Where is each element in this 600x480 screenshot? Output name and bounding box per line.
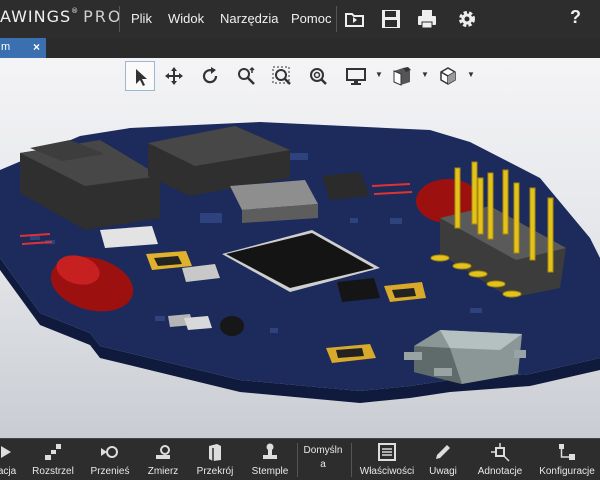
app-logo: AWINGS® PRO: [0, 7, 123, 26]
ribbon-label: Stemple: [251, 466, 289, 477]
zoom-fit-icon[interactable]: [303, 61, 333, 91]
ribbon-label: Przenieś: [90, 466, 130, 477]
menu-tools[interactable]: Narzędzia: [220, 11, 279, 26]
open-folder-icon[interactable]: [344, 8, 366, 30]
ribbon-label: acja: [0, 466, 17, 477]
ribbon-label: Adnotacje: [477, 466, 523, 477]
annotation-icon: [491, 443, 510, 462]
3d-viewport[interactable]: ▼ ▼ ▼: [0, 58, 600, 438]
zoom-icon[interactable]: [231, 61, 261, 91]
ribbon-animation-button[interactable]: acja: [0, 439, 20, 480]
bottom-ribbon: acja Rozstrzel Przenieś Zmierz Przekrój …: [0, 438, 600, 480]
chevron-down-icon[interactable]: ▼: [421, 70, 429, 79]
ribbon-label: Właściwości: [359, 466, 415, 477]
divider: [119, 6, 120, 32]
menu-help[interactable]: Pomoc: [291, 11, 331, 26]
ribbon-section-button[interactable]: Przekrój: [193, 439, 237, 480]
ribbon-label: Rozstrzel: [32, 466, 74, 477]
select-pointer-icon[interactable]: [125, 61, 155, 91]
ribbon-measure-button[interactable]: Zmierz: [143, 439, 183, 480]
divider: [351, 443, 352, 477]
menu-file[interactable]: Plik: [131, 11, 152, 26]
ribbon-stamp-button[interactable]: Stemple: [248, 439, 292, 480]
render-mode-icon[interactable]: [387, 61, 417, 91]
ribbon-explode-button[interactable]: Rozstrzel: [30, 439, 76, 480]
tab-bar: m ×: [0, 38, 600, 58]
ribbon-label: Domyśln a: [303, 445, 343, 470]
title-bar: AWINGS® PRO Plik Widok Narzędzia Pomoc ?: [0, 0, 600, 38]
ribbon-configurations-button[interactable]: Konfiguracje: [537, 439, 597, 480]
grey-module: [230, 180, 318, 223]
close-icon[interactable]: ×: [33, 40, 40, 54]
document-tab[interactable]: m ×: [0, 38, 46, 58]
configuration-icon: [559, 444, 575, 460]
pencil-icon: [436, 445, 450, 459]
document-tab-label: m: [1, 41, 11, 53]
pan-icon[interactable]: [159, 61, 189, 91]
ribbon-annotations-button[interactable]: Adnotacje: [472, 439, 528, 480]
ribbon-notes-button[interactable]: Uwagi: [423, 439, 463, 480]
app-logo-text: AWINGS: [0, 7, 72, 26]
menu-view[interactable]: Widok: [168, 11, 204, 26]
display-mode-icon[interactable]: [341, 61, 371, 91]
app-logo-pro: PRO: [83, 7, 123, 26]
chevron-down-icon[interactable]: ▼: [467, 70, 475, 79]
chevron-down-icon[interactable]: ▼: [375, 70, 383, 79]
save-icon[interactable]: [380, 8, 402, 30]
properties-icon: [378, 443, 396, 461]
ribbon-label: Konfiguracje: [539, 466, 595, 477]
ribbon-default-view-button[interactable]: Domyśln a: [300, 439, 346, 480]
gear-icon[interactable]: [456, 8, 478, 30]
explode-icon: [45, 444, 61, 460]
measure-icon: [156, 445, 170, 459]
rotate-icon[interactable]: [195, 61, 225, 91]
section-icon: [209, 444, 221, 461]
ribbon-label: Przekrój: [196, 466, 234, 477]
zoom-window-icon[interactable]: [267, 61, 297, 91]
view-toolbar: ▼ ▼ ▼: [123, 61, 483, 91]
divider: [336, 6, 337, 32]
divider: [297, 443, 298, 477]
ribbon-properties-button[interactable]: Właściwości: [358, 439, 416, 480]
help-button[interactable]: ?: [570, 7, 581, 28]
app-logo-registered: ®: [71, 7, 80, 15]
ribbon-label: Uwagi: [429, 466, 457, 477]
animation-icon: [1, 446, 11, 458]
ribbon-label: Zmierz: [147, 466, 179, 477]
print-icon[interactable]: [416, 8, 438, 30]
ribbon-move-button[interactable]: Przenieś: [87, 439, 133, 480]
view-cube-icon[interactable]: [433, 61, 463, 91]
move-icon: [101, 446, 118, 458]
stamp-icon: [263, 443, 277, 459]
